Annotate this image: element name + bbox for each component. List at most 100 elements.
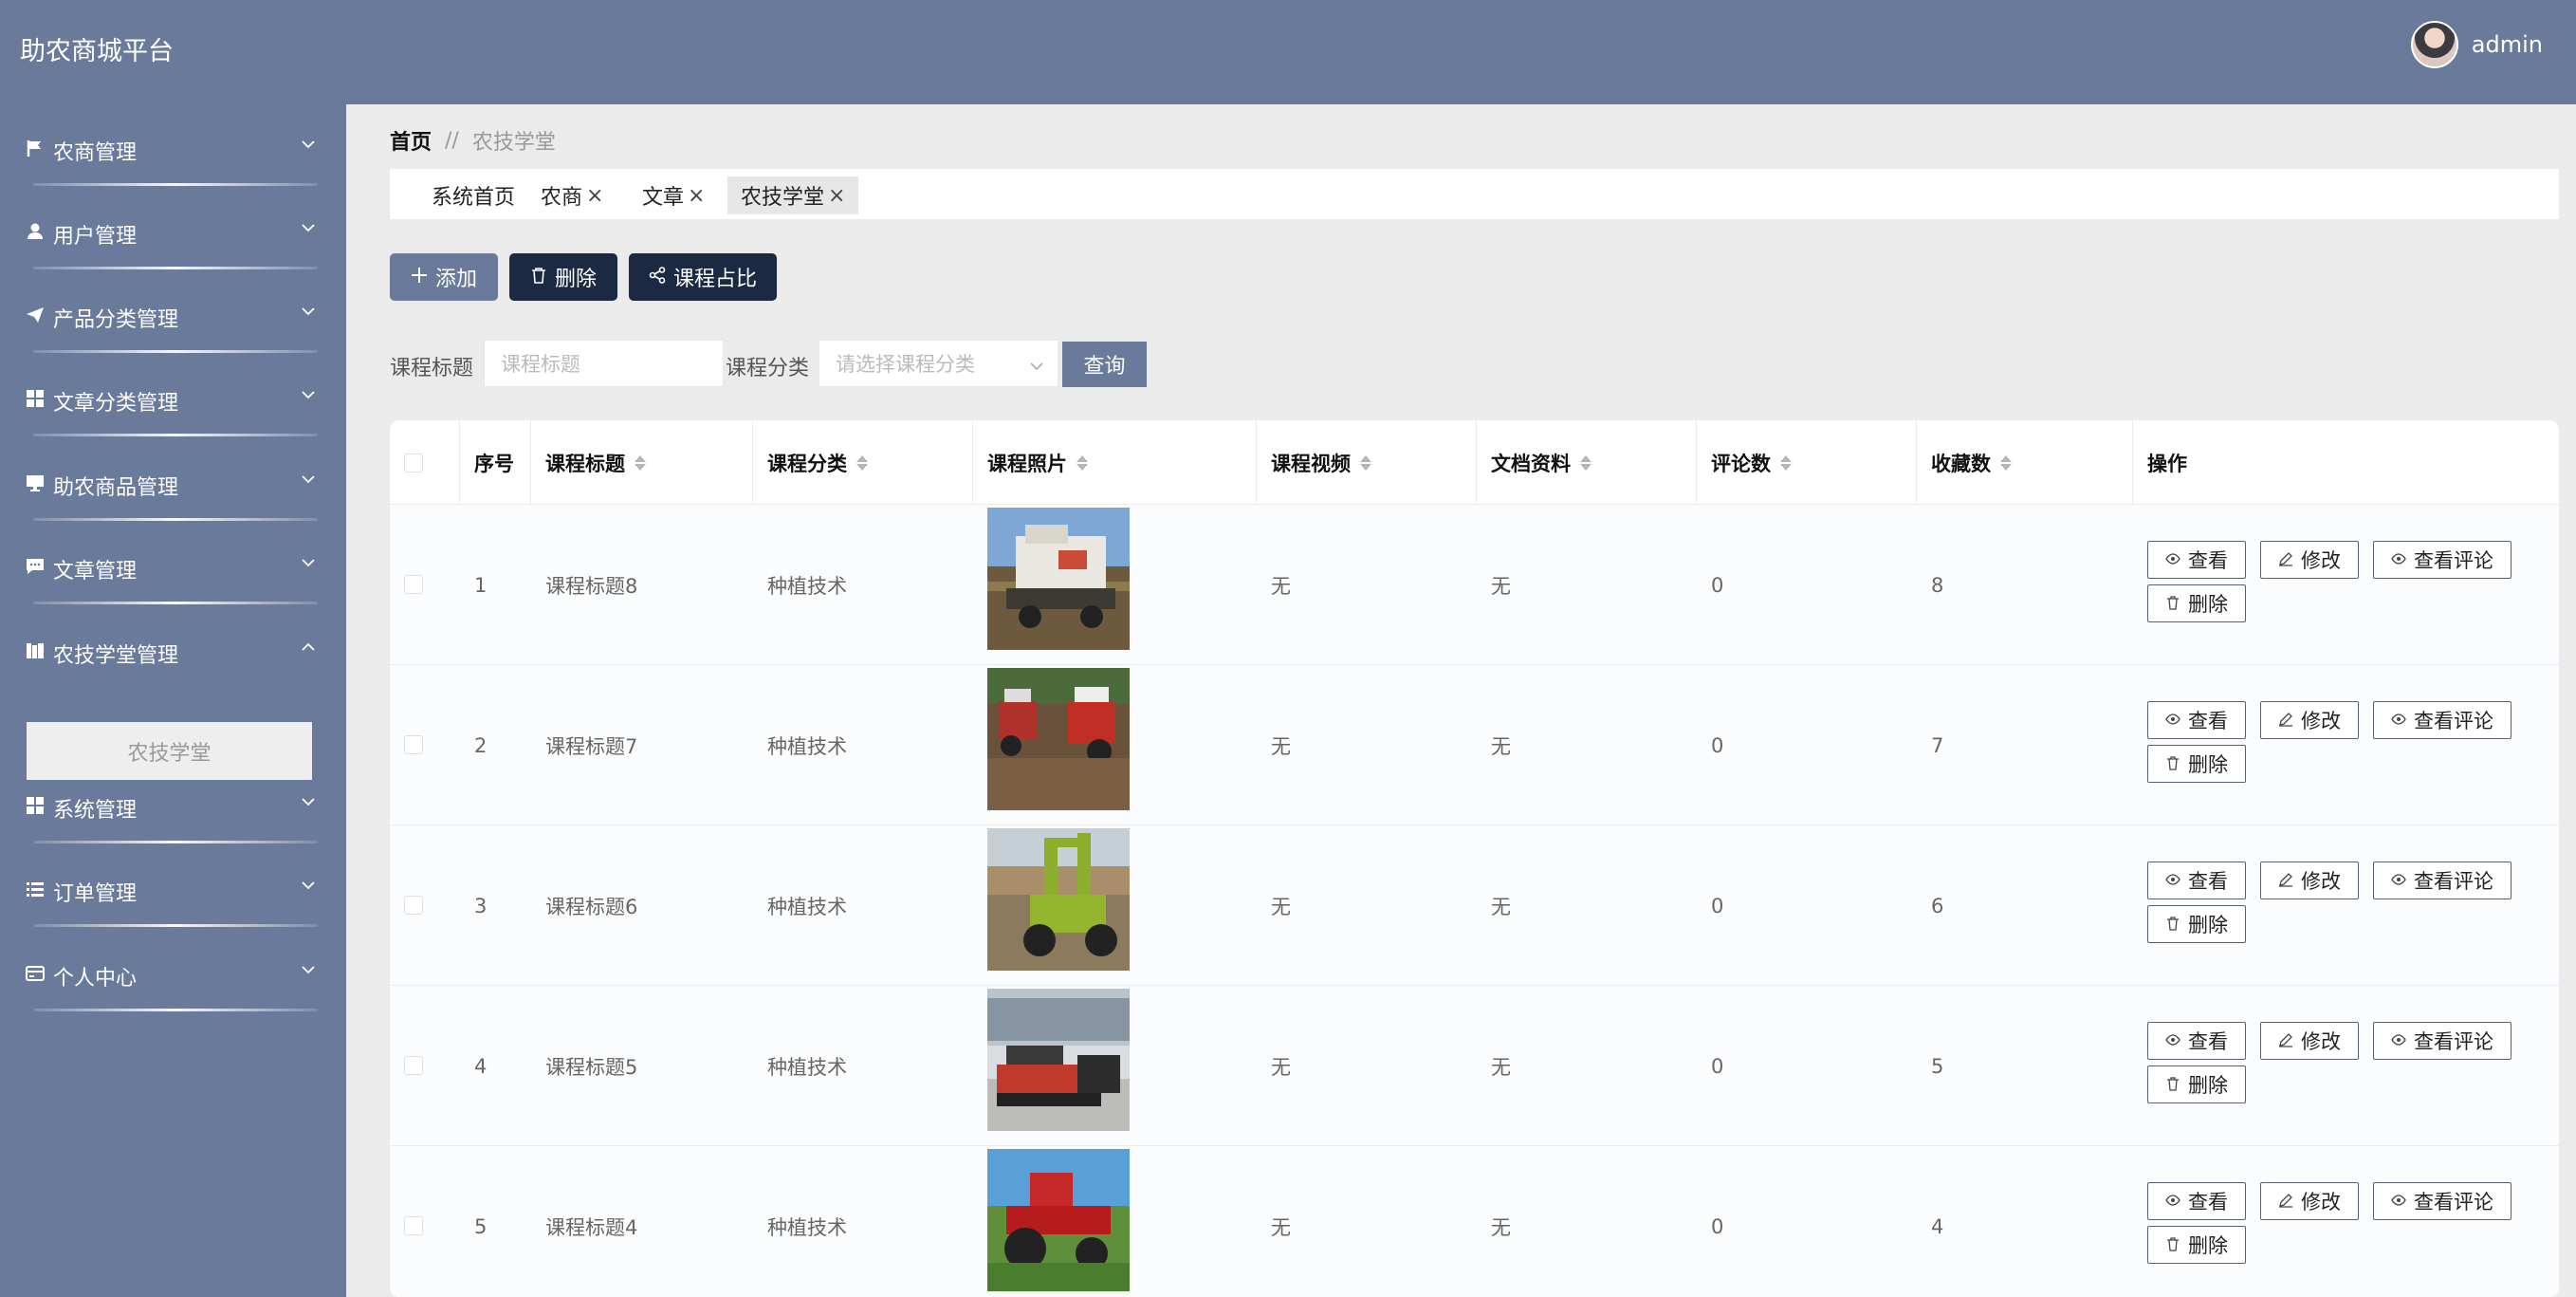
close-icon[interactable]: ×: [688, 184, 705, 208]
edit-button[interactable]: 修改: [2260, 1182, 2359, 1220]
row-delete-button[interactable]: 删除: [2147, 1226, 2246, 1264]
delete-button[interactable]: 删除: [509, 253, 617, 301]
course-photo[interactable]: [987, 989, 1130, 1131]
course-ratio-label: 课程占比: [672, 268, 757, 291]
sidebar-item-school[interactable]: 农技学堂管理: [0, 607, 346, 689]
column-header-documents[interactable]: 文档资料: [1476, 420, 1592, 505]
sidebar-item-farm-business[interactable]: 农商管理: [0, 104, 346, 186]
view-button[interactable]: 查看: [2147, 862, 2246, 899]
avatar[interactable]: [2410, 21, 2458, 68]
cell-documents: 无: [1491, 1215, 1511, 1239]
cell-video: 无: [1271, 734, 1291, 758]
column-header-category[interactable]: 课程分类: [752, 420, 868, 505]
cell-title: 课程标题7: [545, 734, 638, 758]
grid-icon: [26, 389, 46, 410]
cell-index: 4: [474, 1054, 488, 1078]
edit-button[interactable]: 修改: [2260, 541, 2359, 579]
sort-icon[interactable]: [1580, 454, 1592, 472]
edit-button[interactable]: 修改: [2260, 1022, 2359, 1060]
view-comments-button[interactable]: 查看评论: [2373, 862, 2512, 899]
sidebar-item-articles[interactable]: 文章管理: [0, 523, 346, 604]
sidebar-item-label: 订单管理: [53, 882, 138, 906]
add-button[interactable]: 添加: [390, 253, 498, 301]
sidebar-item-products[interactable]: 助农商品管理: [0, 439, 346, 521]
course-ratio-button[interactable]: 课程占比: [629, 253, 777, 301]
row-checkbox[interactable]: [404, 896, 423, 915]
edit-button[interactable]: 修改: [2260, 701, 2359, 739]
sort-icon[interactable]: [1360, 454, 1371, 472]
edit-icon: [2278, 869, 2293, 892]
column-header-favorites[interactable]: 收藏数: [1916, 420, 2012, 505]
table-row: 5 课程标题4 种植技术 无 无 0 4 查看 修改 查看评论 删除: [390, 1146, 2559, 1297]
select-all-checkbox[interactable]: [404, 454, 423, 472]
view-button[interactable]: 查看: [2147, 1182, 2246, 1220]
column-header-comments[interactable]: 评论数: [1696, 420, 1792, 505]
column-header-photo[interactable]: 课程照片: [972, 420, 1088, 505]
tab-farm-business[interactable]: 农商 ×: [527, 176, 616, 214]
row-checkbox[interactable]: [404, 735, 423, 754]
column-header-title[interactable]: 课程标题: [530, 420, 646, 505]
view-button[interactable]: 查看: [2147, 1022, 2246, 1060]
view-comments-button[interactable]: 查看评论: [2373, 1022, 2512, 1060]
sidebar-item-profile[interactable]: 个人中心: [0, 930, 346, 1011]
category-select[interactable]: 请选择课程分类: [819, 340, 1058, 387]
cell-category: 种植技术: [767, 1215, 847, 1239]
book-icon: [26, 641, 46, 662]
edit-icon: [2278, 1029, 2293, 1052]
sort-icon[interactable]: [856, 454, 868, 472]
row-delete-button[interactable]: 删除: [2147, 905, 2246, 943]
sort-icon[interactable]: [1076, 454, 1088, 472]
view-button[interactable]: 查看: [2147, 541, 2246, 579]
view-comments-button[interactable]: 查看评论: [2373, 701, 2512, 739]
row-delete-button[interactable]: 删除: [2147, 584, 2246, 622]
sidebar-item-label: 文章分类管理: [53, 392, 179, 416]
user-menu[interactable]: admin: [2410, 21, 2543, 68]
sidebar-item-orders[interactable]: 订单管理: [0, 845, 346, 927]
tab-bar: 系统首页 农商 × 文章 × 农技学堂 ×: [390, 169, 2559, 219]
add-button-label: 添加: [434, 268, 477, 291]
sidebar-item-article-category[interactable]: 文章分类管理: [0, 355, 346, 436]
course-photo[interactable]: [987, 1149, 1130, 1291]
cell-documents: 无: [1491, 895, 1511, 918]
course-photo[interactable]: [987, 668, 1130, 810]
cell-video: 无: [1271, 895, 1291, 918]
breadcrumb-home[interactable]: 首页: [390, 125, 432, 156]
tab-articles[interactable]: 文章 ×: [629, 176, 718, 214]
trash-icon: [2165, 1233, 2180, 1256]
chevron-down-icon: [1029, 356, 1044, 379]
tab-school[interactable]: 农技学堂 ×: [727, 176, 859, 214]
menu-divider: [33, 434, 318, 436]
title-search-input[interactable]: 课程标题: [484, 340, 724, 387]
cell-comments: 0: [1711, 733, 1724, 757]
view-comments-button[interactable]: 查看评论: [2373, 1182, 2512, 1220]
course-photo[interactable]: [987, 508, 1130, 650]
sidebar-item-label: 系统管理: [53, 799, 138, 823]
row-delete-button[interactable]: 删除: [2147, 1065, 2246, 1103]
sidebar-item-users[interactable]: 用户管理: [0, 188, 346, 269]
edit-button[interactable]: 修改: [2260, 862, 2359, 899]
row-checkbox[interactable]: [404, 575, 423, 594]
tab-home[interactable]: 系统首页: [418, 176, 528, 214]
grid-icon: [26, 796, 46, 817]
send-icon: [26, 306, 46, 326]
row-checkbox[interactable]: [404, 1056, 423, 1075]
category-select-placeholder: 请选择课程分类: [836, 353, 975, 376]
username[interactable]: admin: [2472, 31, 2543, 58]
sort-icon[interactable]: [2000, 454, 2012, 472]
view-button[interactable]: 查看: [2147, 701, 2246, 739]
category-filter-label: 课程分类: [726, 357, 810, 380]
view-comments-button[interactable]: 查看评论: [2373, 541, 2512, 579]
delete-button-label: 删除: [554, 268, 597, 291]
close-icon[interactable]: ×: [586, 184, 603, 208]
sidebar-item-system[interactable]: 系统管理: [0, 762, 346, 843]
query-button[interactable]: 查询: [1062, 342, 1147, 387]
sidebar-item-product-category[interactable]: 产品分类管理: [0, 271, 346, 353]
course-photo[interactable]: [987, 828, 1130, 971]
column-header-video[interactable]: 课程视频: [1256, 420, 1371, 505]
row-checkbox[interactable]: [404, 1216, 423, 1235]
close-icon[interactable]: ×: [828, 184, 845, 208]
sort-icon[interactable]: [635, 454, 646, 472]
row-delete-button[interactable]: 删除: [2147, 745, 2246, 783]
chevron-down-icon: [301, 472, 316, 487]
sort-icon[interactable]: [1780, 454, 1792, 472]
